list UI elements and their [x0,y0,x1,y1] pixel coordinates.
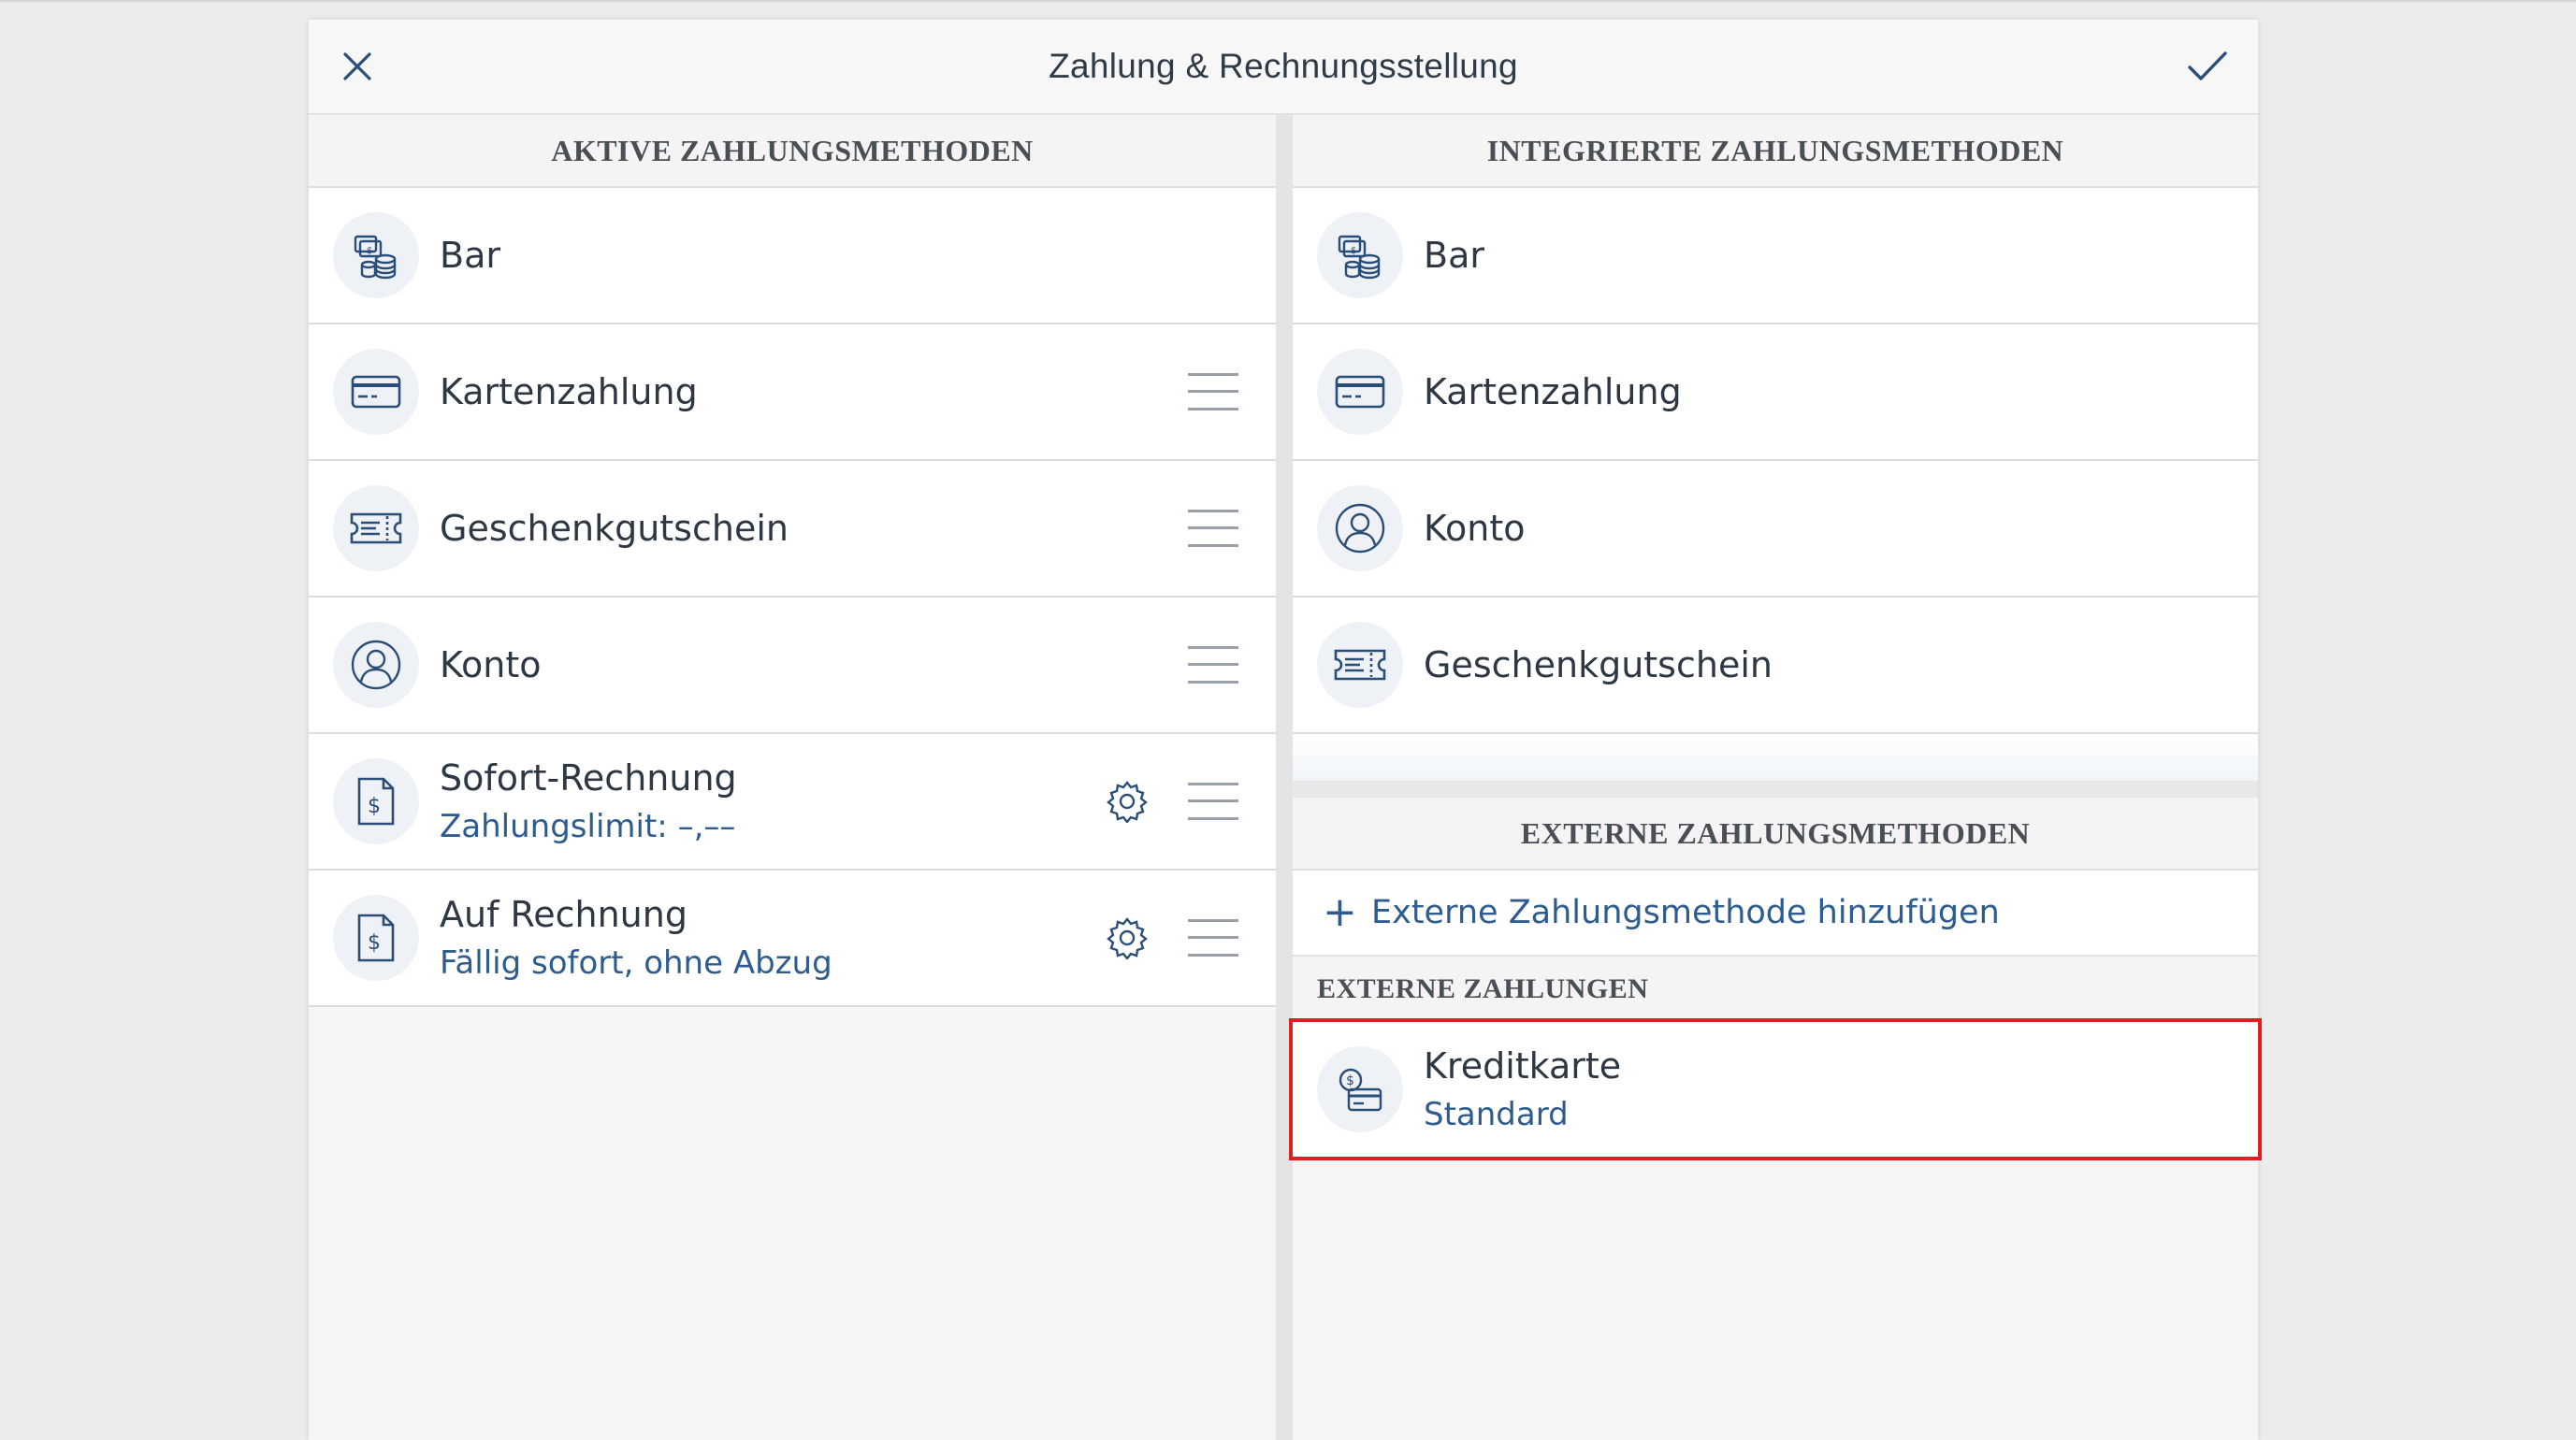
method-title: Geschenkgutschein [1424,644,1773,685]
modal-title: Zahlung & Rechnungsstellung [1049,47,1518,85]
method-subtitle: Fällig sofort, ohne Abzug [440,944,832,982]
integrated-payment-methods-panel: INTEGRIERTE ZAHLUNGSMETHODEN $ Bar Karte… [1289,115,2262,1440]
plus-icon: + [1323,888,1357,936]
integrated-method-row-konto[interactable]: Konto [1293,461,2258,598]
method-title: Kreditkarte [1424,1045,1622,1087]
drag-handle-icon[interactable] [1188,373,1238,410]
payment-settings-modal: Zahlung & Rechnungsstellung AKTIVE ZAHLU… [309,20,2262,1440]
method-subtitle: Zahlungslimit: –,–– [440,808,736,845]
add-external-method-label: Externe Zahlungsmethode hinzufügen [1371,894,2000,931]
close-button[interactable] [327,36,387,96]
add-external-method-button[interactable]: + Externe Zahlungsmethode hinzufügen [1293,871,2258,957]
drag-handle-icon[interactable] [1188,919,1238,957]
drag-handle-icon[interactable] [1188,510,1238,547]
method-title: Kartenzahlung [1424,371,1682,412]
active-method-row-konto[interactable]: Konto [309,598,1276,734]
user-icon [1317,485,1403,571]
active-method-row-auf-rechnung[interactable]: $ Auf Rechnung Fällig sofort, ohne Abzug [309,871,1276,1007]
modal-navbar: Zahlung & Rechnungsstellung [309,20,2258,115]
external-payment-row-kreditkarte[interactable]: $ Kreditkarte Standard [1289,1018,2262,1160]
confirm-button[interactable] [2178,36,2237,96]
checkmark-icon [2188,51,2227,80]
card-icon [1317,349,1403,435]
integrated-method-row-bar[interactable]: $ Bar [1293,188,2258,324]
column-divider [1276,115,1293,1440]
card-icon [333,349,419,435]
svg-text:$: $ [367,246,372,256]
user-icon [333,622,419,708]
invoice-icon: $ [333,758,419,844]
section-gap [1293,781,2258,798]
scroll-fade [1293,734,2258,781]
integrated-methods-header: INTEGRIERTE ZAHLUNGSMETHODEN [1293,115,2258,188]
cash-icon: $ [1317,212,1403,298]
active-method-row-bar[interactable]: $ Bar [309,188,1276,324]
voucher-icon [1317,622,1403,708]
credit-card-payment-icon: $ [1317,1046,1403,1132]
method-title: Bar [1424,235,1484,276]
method-title: Kartenzahlung [440,371,698,412]
method-title: Geschenkgutschein [440,508,789,549]
integrated-method-row-geschenkgutschein[interactable]: Geschenkgutschein [1293,598,2258,734]
integrated-method-row-kartenzahlung[interactable]: Kartenzahlung [1293,324,2258,461]
svg-text:$: $ [368,795,381,818]
method-title: Auf Rechnung [440,894,687,935]
cash-icon: $ [333,212,419,298]
method-title: Konto [1424,508,1526,549]
svg-text:$: $ [1351,246,1356,256]
active-methods-header: AKTIVE ZAHLUNGSMETHODEN [309,115,1276,188]
gear-icon[interactable] [1106,780,1149,823]
active-payment-methods-panel: AKTIVE ZAHLUNGSMETHODEN $ Bar Kartenzahl… [309,115,1276,1440]
gear-icon[interactable] [1106,916,1149,959]
svg-text:$: $ [368,931,381,955]
method-subtitle: Standard [1424,1096,1569,1133]
top-border [0,0,2576,2]
voucher-icon [333,485,419,571]
external-payments-header: EXTERNE ZAHLUNGEN [1293,957,2258,1022]
close-icon [343,52,371,80]
method-title: Sofort-Rechnung [440,757,737,799]
drag-handle-icon[interactable] [1188,783,1238,820]
active-method-row-sofort-rechnung[interactable]: $ Sofort-Rechnung Zahlungslimit: –,–– [309,734,1276,871]
active-method-row-geschenkgutschein[interactable]: Geschenkgutschein [309,461,1276,598]
external-methods-header: EXTERNE ZAHLUNGSMETHODEN [1293,798,2258,871]
invoice-icon: $ [333,895,419,981]
drag-handle-icon[interactable] [1188,646,1238,684]
active-method-row-kartenzahlung[interactable]: Kartenzahlung [309,324,1276,461]
svg-text:$: $ [1346,1073,1354,1088]
method-title: Bar [440,235,500,276]
method-title: Konto [440,644,542,685]
